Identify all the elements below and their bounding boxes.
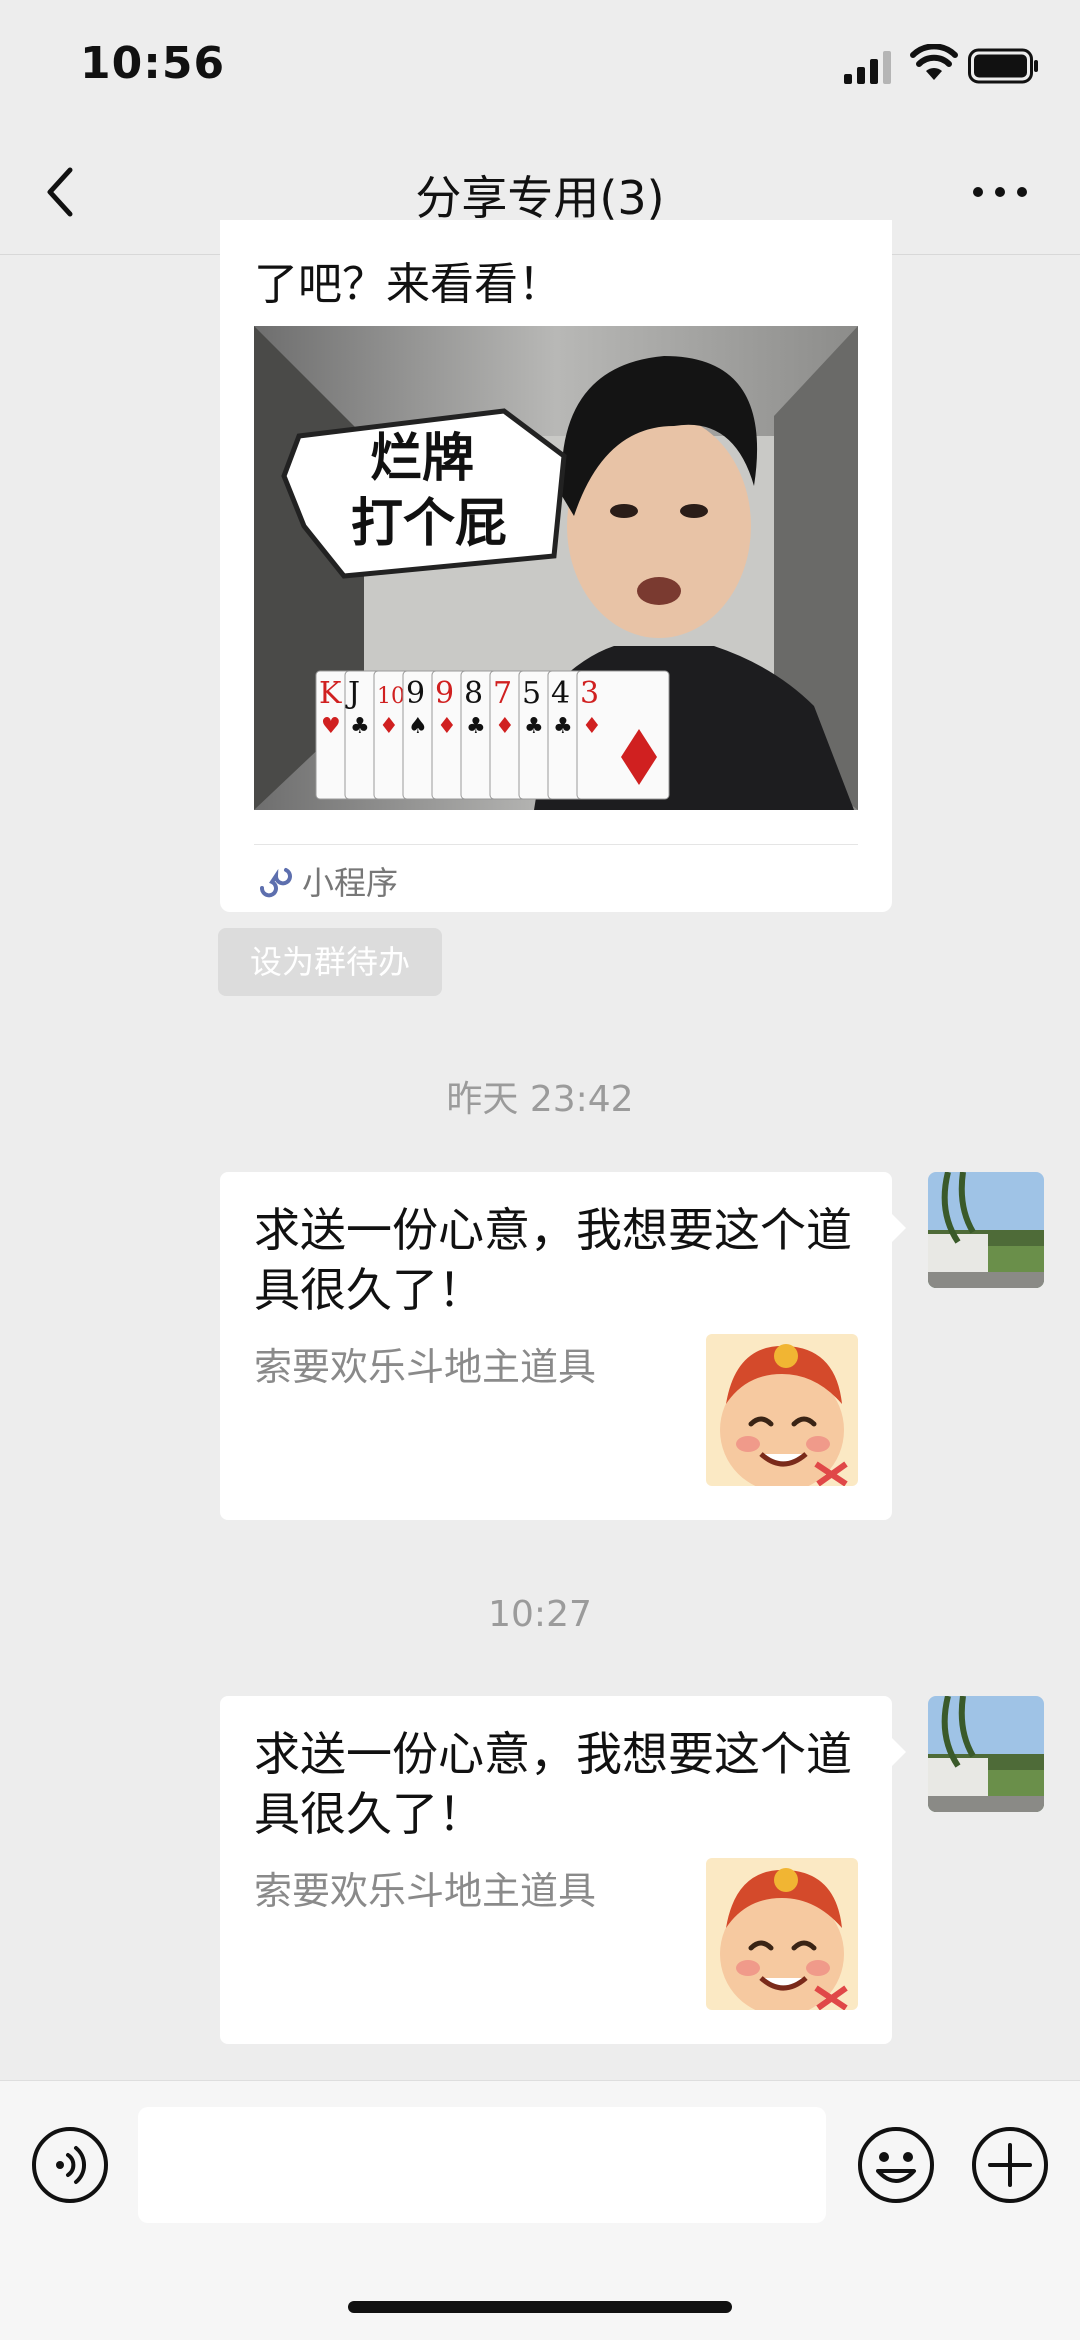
mini-program-label: 小程序	[302, 864, 399, 902]
gift-request-card[interactable]: 求送一份心意，我想要这个道具很久了！ 索要欢乐斗地主道具	[220, 1696, 892, 2044]
more-icon[interactable]	[968, 172, 1032, 212]
cover-text-2: 打个屁	[351, 494, 507, 554]
card-rank: 7	[493, 676, 512, 711]
signal-icon	[844, 51, 891, 84]
gift-request-subtitle: 索要欢乐斗地主道具	[254, 1869, 597, 1913]
divider	[254, 844, 858, 845]
card-rank: 4	[551, 676, 570, 711]
timestamp: 昨天 23:42	[446, 1079, 634, 1120]
plus-icon[interactable]	[970, 2125, 1050, 2205]
voice-icon[interactable]	[30, 2125, 110, 2205]
gift-request-card[interactable]: 求送一份心意，我想要这个道具很久了！ 索要欢乐斗地主道具	[220, 1172, 892, 1520]
gift-request-title: 求送一份心意，我想要这个道具很久了！	[254, 1727, 852, 1841]
game-mascot-thumbnail	[706, 1334, 858, 1486]
status-time: 10:56	[80, 38, 226, 89]
cover-text-1: 烂牌	[370, 429, 474, 489]
timestamp: 10:27	[488, 1594, 592, 1635]
card-suit-icon: ♥	[321, 714, 341, 739]
card-rank: K	[319, 676, 342, 711]
card-rank: J	[345, 676, 360, 711]
card-suit-icon: ♦	[437, 714, 457, 739]
input-bar	[0, 2080, 1080, 2340]
card-suit-icon: ♦	[379, 714, 399, 739]
playing-cards: K ♥J ♣ 10 ♦ 9 ♠ 9 ♦ 8 ♣ 7 ♦ 5 ♣ 4 ♣ 3 ♦	[315, 670, 670, 800]
mini-program-title: 了吧？来看看！	[254, 259, 562, 310]
message-input[interactable]	[138, 2107, 826, 2223]
avatar[interactable]	[928, 1172, 1044, 1288]
emoji-icon[interactable]	[856, 2125, 936, 2205]
card-suit-icon: ♣	[553, 714, 573, 739]
card-rank: 3	[580, 676, 599, 711]
gift-request-title: 求送一份心意，我想要这个道具很久了！	[254, 1203, 852, 1317]
card-suit-icon: ♦	[582, 714, 602, 739]
wifi-icon	[910, 44, 958, 80]
home-indicator	[348, 2301, 732, 2313]
card-rank: 9	[406, 676, 425, 711]
mini-program-cover: 烂牌 打个屁 K ♥ J ♣ 10 ♦ 9 ♠ 9 ♦ 8 ♣ 7 ♦ 5 ♣ 4 ♣ 3 ♦	[254, 326, 858, 810]
card-rank: 8	[464, 676, 483, 711]
chat-title: 分享专用(3)	[415, 171, 665, 225]
gift-request-subtitle: 索要欢乐斗地主道具	[254, 1345, 597, 1389]
game-mascot-thumbnail	[706, 1858, 858, 2010]
card-rank: 10	[377, 684, 405, 709]
card-suit-icon: ♣	[350, 714, 370, 739]
card-suit-icon: ♣	[524, 714, 544, 739]
bubble-tail	[892, 1738, 906, 1766]
mini-program-card[interactable]: 了吧？来看看！ 烂牌 打个屁 K ♥ J ♣ 10 ♦ 9 ♠ 9 ♦ 8 ♣ …	[220, 220, 892, 912]
card-suit-icon: ♠	[408, 714, 428, 739]
mini-program-logo-icon	[260, 868, 292, 898]
card-suit-icon: ♣	[466, 714, 486, 739]
set-group-todo-button[interactable]: 设为群待办	[218, 928, 442, 996]
bubble-tail	[892, 1214, 906, 1242]
card-suit-icon: ♦	[495, 714, 515, 739]
avatar[interactable]	[928, 1696, 1044, 1812]
battery-icon	[968, 48, 1038, 84]
card-rank: 5	[522, 676, 541, 711]
card-rank: 9	[435, 676, 454, 711]
